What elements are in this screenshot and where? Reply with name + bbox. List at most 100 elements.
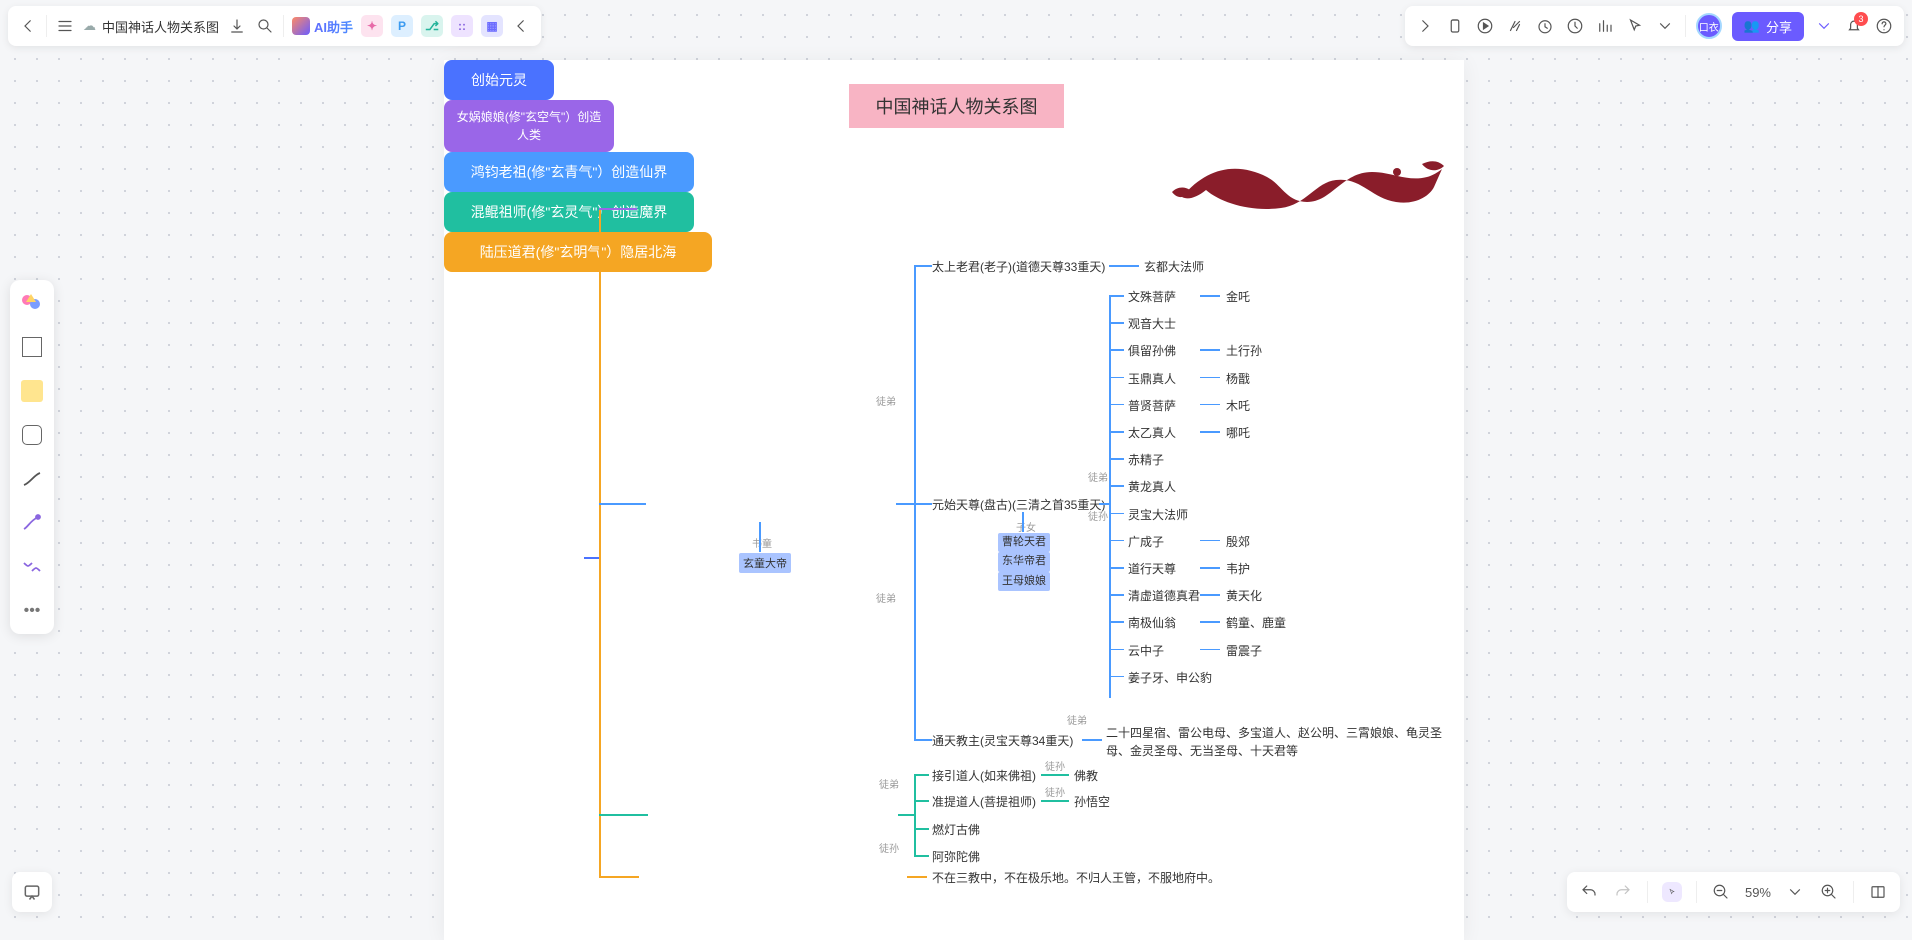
history-icon[interactable] xyxy=(1565,16,1585,36)
shapes-tool-icon[interactable] xyxy=(19,290,45,316)
ai-assistant-button[interactable]: AI助手 xyxy=(292,17,353,36)
search-icon[interactable] xyxy=(255,16,275,36)
node-disciple-student[interactable]: 哪吒 xyxy=(1226,424,1250,441)
node-disciple[interactable]: 南极仙翁 xyxy=(1128,614,1176,631)
zoom-in-icon[interactable] xyxy=(1819,882,1839,902)
node-disciple-student[interactable]: 雷震子 xyxy=(1226,642,1262,659)
pointer-mode-icon[interactable] xyxy=(1662,882,1682,902)
node-b3b-r[interactable]: 孙悟空 xyxy=(1074,793,1110,810)
chevron-down-icon[interactable] xyxy=(1655,16,1675,36)
zoom-caret-icon[interactable] xyxy=(1785,882,1805,902)
node-disciple-student[interactable]: 土行孙 xyxy=(1226,342,1262,359)
back-icon[interactable] xyxy=(18,16,38,36)
node-b2-sub[interactable]: 玄童大帝 xyxy=(739,553,791,573)
connector-tool-icon[interactable] xyxy=(19,466,45,492)
node-disciple-student[interactable]: 金吒 xyxy=(1226,288,1250,305)
node-b3d[interactable]: 阿弥陀佛 xyxy=(932,848,980,865)
app-shortcut-3[interactable]: ⎇ xyxy=(421,15,443,37)
document-title[interactable]: ☁ 中国神话人物关系图 xyxy=(83,17,219,36)
dragon-decoration xyxy=(1172,152,1444,222)
node-disciple[interactable]: 广成子 xyxy=(1128,533,1164,550)
undo-icon[interactable] xyxy=(1579,882,1599,902)
connector xyxy=(1109,431,1124,433)
node-branch-4[interactable]: 陆压道君(修"玄明气"）隐居北海 xyxy=(444,232,712,272)
help-icon[interactable] xyxy=(1874,16,1894,36)
expand-icon[interactable] xyxy=(1415,16,1435,36)
node-disciple[interactable]: 道行天尊 xyxy=(1128,560,1176,577)
presentation-button[interactable] xyxy=(12,872,52,912)
node-disciple[interactable]: 玉鼎真人 xyxy=(1128,370,1176,387)
node-b3a-r[interactable]: 佛教 xyxy=(1074,767,1098,784)
node-root[interactable]: 创始元灵 xyxy=(444,60,554,100)
connector xyxy=(1200,567,1220,569)
connector xyxy=(1200,295,1220,297)
mindmap-tool-icon[interactable] xyxy=(19,554,45,580)
download-icon[interactable] xyxy=(227,16,247,36)
node-disciple-student[interactable]: 鹤童、鹿童 xyxy=(1226,614,1286,631)
node-disciple[interactable]: 观音大士 xyxy=(1128,315,1176,332)
node-disciple[interactable]: 太乙真人 xyxy=(1128,424,1176,441)
node-disciple-student[interactable]: 杨戬 xyxy=(1226,370,1250,387)
node-disciple[interactable]: 赤精子 xyxy=(1128,451,1164,468)
node-branch-1[interactable]: 女娲娘娘(修"玄空气"）创造人类 xyxy=(444,100,614,152)
pen-tool-icon[interactable] xyxy=(19,510,45,536)
node-b2b[interactable]: 元始天尊(盘古)(三清之首35重天) xyxy=(932,496,1105,513)
node-branch-3[interactable]: 混鲲祖师(修"玄灵气"）创造魔界 xyxy=(444,192,694,232)
node-b4-note[interactable]: 不在三教中，不在极乐地。不归人王管，不服地府中。 xyxy=(932,869,1220,886)
connector xyxy=(1109,349,1124,351)
node-b3c[interactable]: 燃灯古佛 xyxy=(932,821,980,838)
node-disciple-student[interactable]: 韦护 xyxy=(1226,560,1250,577)
node-disciple-student[interactable]: 木吒 xyxy=(1226,397,1250,414)
node-b2a1[interactable]: 玄都大法师 xyxy=(1144,258,1204,275)
node-branch-2[interactable]: 鸿钧老祖(修"玄青气"）创造仙界 xyxy=(444,152,694,192)
menu-icon[interactable] xyxy=(55,16,75,36)
node-disciple[interactable]: 灵宝大法师 xyxy=(1128,506,1188,523)
diagram-page[interactable]: 中国神话人物关系图 创始元灵 女娲娘娘(修"玄空气"）创造人类 鸿钧老祖(修"玄… xyxy=(444,60,1464,940)
node-disciple[interactable]: 清虚道德真君 xyxy=(1128,587,1200,604)
redo-icon[interactable] xyxy=(1613,882,1633,902)
connector xyxy=(1200,649,1220,651)
clipboard-icon[interactable] xyxy=(1445,16,1465,36)
node-disciple[interactable]: 姜子牙、申公豹 xyxy=(1128,669,1212,686)
timer-icon[interactable] xyxy=(1535,16,1555,36)
cursor-icon[interactable] xyxy=(1625,16,1645,36)
frame-tool-icon[interactable] xyxy=(19,334,45,360)
share-button[interactable]: 👥 分享 xyxy=(1732,12,1804,41)
chart-icon[interactable] xyxy=(1595,16,1615,36)
node-disciple[interactable]: 俱留孙佛 xyxy=(1128,342,1176,359)
zoom-value[interactable]: 59% xyxy=(1745,885,1771,900)
node-b3a[interactable]: 接引道人(如来佛祖) xyxy=(932,767,1036,784)
node-b2c-list[interactable]: 二十四星宿、雷公电母、多宝道人、赵公明、三霄娘娘、龟灵圣母、金灵圣母、无当圣母、… xyxy=(1106,724,1444,760)
node-disciple[interactable]: 文殊菩萨 xyxy=(1128,288,1176,305)
play-icon[interactable] xyxy=(1475,16,1495,36)
node-disciple-student[interactable]: 殷郊 xyxy=(1226,533,1250,550)
document-title-text: 中国神话人物关系图 xyxy=(102,17,219,36)
more-tools-icon[interactable]: ••• xyxy=(19,598,45,624)
node-b2b-children[interactable]: 曹轮天君 东华帝君 王母娘娘 xyxy=(998,533,1050,591)
app-shortcut-5[interactable]: ▦ xyxy=(481,15,503,37)
notifications-icon[interactable]: 3 xyxy=(1844,16,1864,36)
connector xyxy=(1041,774,1069,776)
node-disciple[interactable]: 黄龙真人 xyxy=(1128,478,1176,495)
app-shortcut-1[interactable]: ✦ xyxy=(361,15,383,37)
node-disciple[interactable]: 普贤菩萨 xyxy=(1128,397,1176,414)
zoom-out-icon[interactable] xyxy=(1711,882,1731,902)
minimap-icon[interactable] xyxy=(1868,882,1888,902)
node-b3b[interactable]: 准提道人(菩提祖师) xyxy=(932,793,1036,810)
node-disciple[interactable]: 云中子 xyxy=(1128,642,1164,659)
app-shortcut-4[interactable]: :: xyxy=(451,15,473,37)
connector xyxy=(1022,512,1024,532)
connector xyxy=(1109,265,1139,267)
sticky-note-tool-icon[interactable] xyxy=(19,378,45,404)
node-disciple-student[interactable]: 黄天化 xyxy=(1226,587,1262,604)
shape-tool-icon[interactable] xyxy=(19,422,45,448)
node-b2a[interactable]: 太上老君(老子)(道德天尊33重天) xyxy=(932,258,1105,275)
diagram-title[interactable]: 中国神话人物关系图 xyxy=(849,84,1064,128)
share-caret-icon[interactable] xyxy=(1814,16,1834,36)
collapse-icon[interactable] xyxy=(511,16,531,36)
app-shortcut-2[interactable]: P xyxy=(391,15,413,37)
connector xyxy=(1109,513,1124,515)
spark-icon[interactable] xyxy=(1505,16,1525,36)
node-b2c[interactable]: 通天教主(灵宝天尊34重天) xyxy=(932,732,1073,749)
user-avatar[interactable]: 口衣 xyxy=(1696,13,1722,39)
